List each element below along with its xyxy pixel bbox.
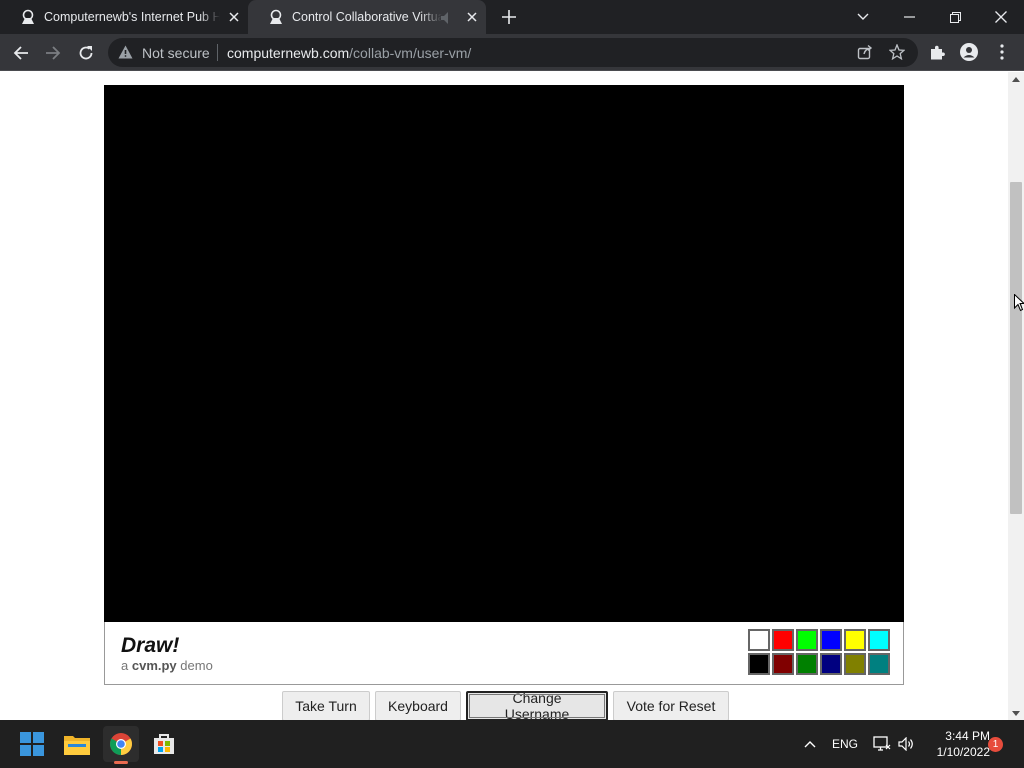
scrollbar-thumb[interactable] [1010,182,1022,514]
forward-arrow-icon[interactable] [40,40,66,66]
vm-controls: Take Turn Keyboard Change Username Vote … [282,690,729,720]
vote-reset-button[interactable]: Vote for Reset [613,691,729,720]
color-swatch-teal[interactable] [868,653,890,675]
page-viewport: Draw! a cvm.py demo Take Turn Keyboard C… [0,72,1008,720]
extensions-puzzle-icon[interactable] [928,43,946,61]
mouse-pointer-icon [1014,293,1024,317]
tab-title: Computernewb's Internet Pub Hub [44,10,220,24]
chrome-icon[interactable] [103,726,139,764]
color-palette [748,629,892,677]
warning-triangle-icon[interactable] [118,45,133,64]
security-status-label[interactable]: Not secure [142,45,210,61]
address-bar[interactable]: Not secure computernewb.com/collab-vm/us… [108,38,918,67]
file-explorer-icon[interactable] [59,726,95,762]
subtitle-suffix: demo [180,658,213,673]
subtitle-prefix: a [121,658,129,673]
keyboard-button[interactable]: Keyboard [375,691,461,720]
vm-info-panel: Draw! a cvm.py demo [104,622,904,685]
bookmark-star-icon[interactable] [888,43,906,65]
windows-taskbar: ENG 3:44 PM 1/10/2022 [0,720,1024,768]
new-tab-plus-icon[interactable] [500,8,518,26]
color-swatch-maroon[interactable] [772,653,794,675]
app-title: Draw! [121,634,180,657]
tab-strip: Computernewb's Internet Pub Hub Control … [0,0,1024,34]
clock-date: 1/10/2022 [936,745,990,759]
vm-display-canvas[interactable] [104,85,904,622]
input-language-indicator[interactable]: ENG [832,737,858,751]
app-subtitle: a cvm.py demo [121,658,213,673]
scroll-down-arrow-icon[interactable] [1008,706,1024,720]
clock-time: 3:44 PM [945,729,990,743]
take-turn-button[interactable]: Take Turn [282,691,370,720]
restore-icon[interactable] [932,0,978,34]
minimize-icon[interactable] [886,0,932,34]
color-swatch-red[interactable] [772,629,794,651]
url-path: /collab-vm/user-vm/ [349,45,472,61]
tab-close-icon[interactable] [464,9,480,25]
profile-avatar-icon[interactable] [960,43,978,61]
computernewb-favicon-icon [20,9,36,25]
windows-start-icon[interactable] [14,726,50,762]
url-text[interactable]: computernewb.com/collab-vm/user-vm/ [227,45,471,61]
omnibox-divider [217,44,218,61]
tab-computernewb-hub[interactable]: Computernewb's Internet Pub Hub [0,0,248,34]
scroll-up-arrow-icon[interactable] [1008,72,1024,86]
color-swatch-white[interactable] [748,629,770,651]
menu-kebab-icon[interactable] [993,43,1011,61]
color-swatch-lime[interactable] [796,629,818,651]
system-clock[interactable]: 3:44 PM 1/10/2022 [922,728,990,760]
tab-title: Control Collaborative Virtual Machines [292,10,442,24]
close-window-icon[interactable] [978,0,1024,34]
color-swatch-olive[interactable] [844,653,866,675]
volume-speaker-icon[interactable] [888,726,924,762]
color-swatch-navy[interactable] [820,653,842,675]
color-swatch-green[interactable] [796,653,818,675]
color-swatch-black[interactable] [748,653,770,675]
microsoft-store-icon[interactable] [146,726,182,762]
url-host: computernewb.com [227,45,350,61]
tab-close-icon[interactable] [226,9,242,25]
reload-icon[interactable] [73,40,99,66]
change-username-button[interactable]: Change Username [466,690,608,720]
computernewb-favicon-icon [268,9,284,25]
share-icon[interactable] [857,44,873,65]
subtitle-brand: cvm.py [131,658,177,673]
color-swatch-cyan[interactable] [868,629,890,651]
tab-search-chevron-icon[interactable] [840,0,886,34]
tab-collab-vm[interactable]: Control Collaborative Virtual Machines [248,0,486,34]
color-swatch-yellow[interactable] [844,629,866,651]
browser-toolbar: Not secure computernewb.com/collab-vm/us… [0,34,1024,71]
color-swatch-blue[interactable] [820,629,842,651]
notification-count-badge[interactable]: 1 [988,737,1003,752]
speaker-icon [441,11,451,29]
page-scrollbar[interactable] [1008,72,1024,720]
back-arrow-icon[interactable] [8,40,34,66]
tray-overflow-chevron-icon[interactable] [792,726,828,762]
active-app-indicator [114,761,128,764]
